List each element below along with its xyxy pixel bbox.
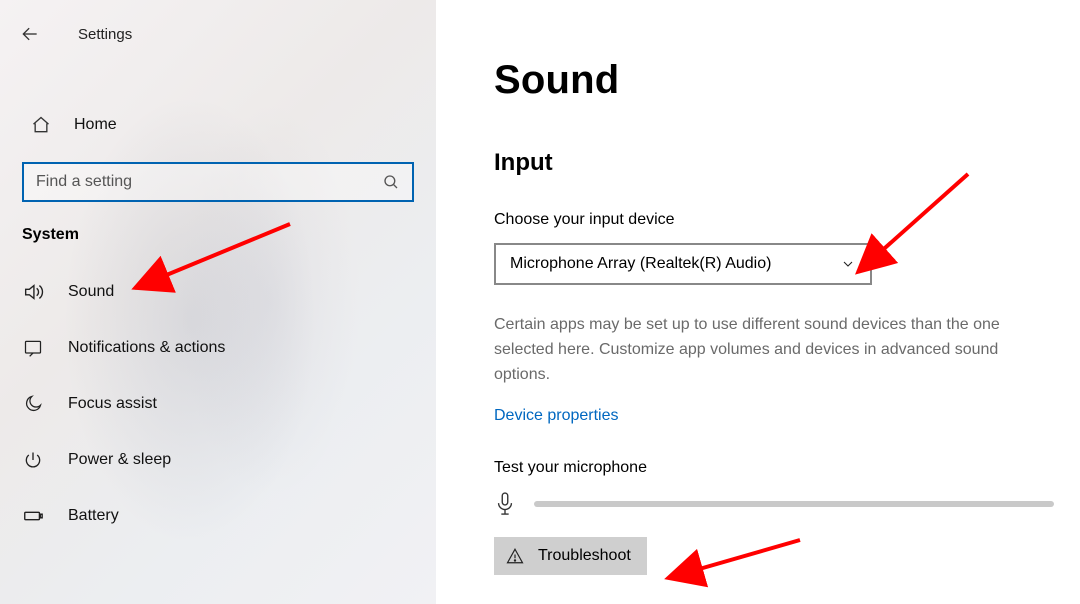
sidebar-item-label: Notifications & actions [68, 339, 225, 357]
sidebar-item-label: Battery [68, 507, 119, 525]
arrow-left-icon [20, 24, 40, 44]
troubleshoot-button[interactable]: Troubleshoot [494, 537, 647, 575]
main-content: Sound Input Choose your input device Mic… [436, 0, 1080, 604]
speaker-icon [22, 281, 44, 303]
chevron-down-icon [840, 256, 856, 272]
nav-home[interactable]: Home [0, 102, 436, 148]
troubleshoot-label: Troubleshoot [538, 547, 631, 565]
device-properties-link[interactable]: Device properties [494, 407, 619, 425]
section-heading-input: Input [494, 149, 1054, 177]
title-bar: Settings [0, 10, 436, 74]
page-title: Sound [494, 58, 1054, 103]
input-device-dropdown[interactable]: Microphone Array (Realtek(R) Audio) [494, 243, 872, 285]
back-button[interactable] [14, 18, 46, 50]
sidebar-item-notifications[interactable]: Notifications & actions [0, 320, 436, 376]
notifications-icon [22, 337, 44, 359]
search-input[interactable] [36, 173, 382, 191]
choose-input-label: Choose your input device [494, 211, 1054, 229]
app-title: Settings [78, 26, 132, 43]
microphone-icon [494, 491, 520, 517]
mic-test-row [494, 491, 1054, 517]
input-device-selected: Microphone Array (Realtek(R) Audio) [510, 255, 771, 273]
search-box[interactable] [22, 162, 414, 202]
home-icon [30, 114, 52, 136]
input-help-text: Certain apps may be set up to use differ… [494, 313, 1054, 387]
sidebar-section-heading: System [0, 220, 436, 264]
sidebar-item-power-sleep[interactable]: Power & sleep [0, 432, 436, 488]
sidebar-item-label: Focus assist [68, 395, 157, 413]
sidebar-item-label: Power & sleep [68, 451, 171, 469]
moon-icon [22, 393, 44, 415]
warning-icon [506, 547, 524, 565]
nav-home-label: Home [74, 116, 117, 134]
sidebar-item-battery[interactable]: Battery [0, 488, 436, 544]
sidebar-item-focus-assist[interactable]: Focus assist [0, 376, 436, 432]
mic-level-bar [534, 501, 1054, 507]
sidebar-item-sound[interactable]: Sound [0, 264, 436, 320]
power-icon [22, 449, 44, 471]
test-mic-label: Test your microphone [494, 459, 1054, 477]
sidebar-nav-list: Sound Notifications & actions Focus assi… [0, 264, 436, 544]
sidebar-item-label: Sound [68, 283, 114, 301]
search-wrap [0, 148, 436, 220]
sidebar: Settings Home System Sou [0, 0, 436, 604]
search-icon [382, 173, 400, 191]
battery-icon [22, 505, 44, 527]
